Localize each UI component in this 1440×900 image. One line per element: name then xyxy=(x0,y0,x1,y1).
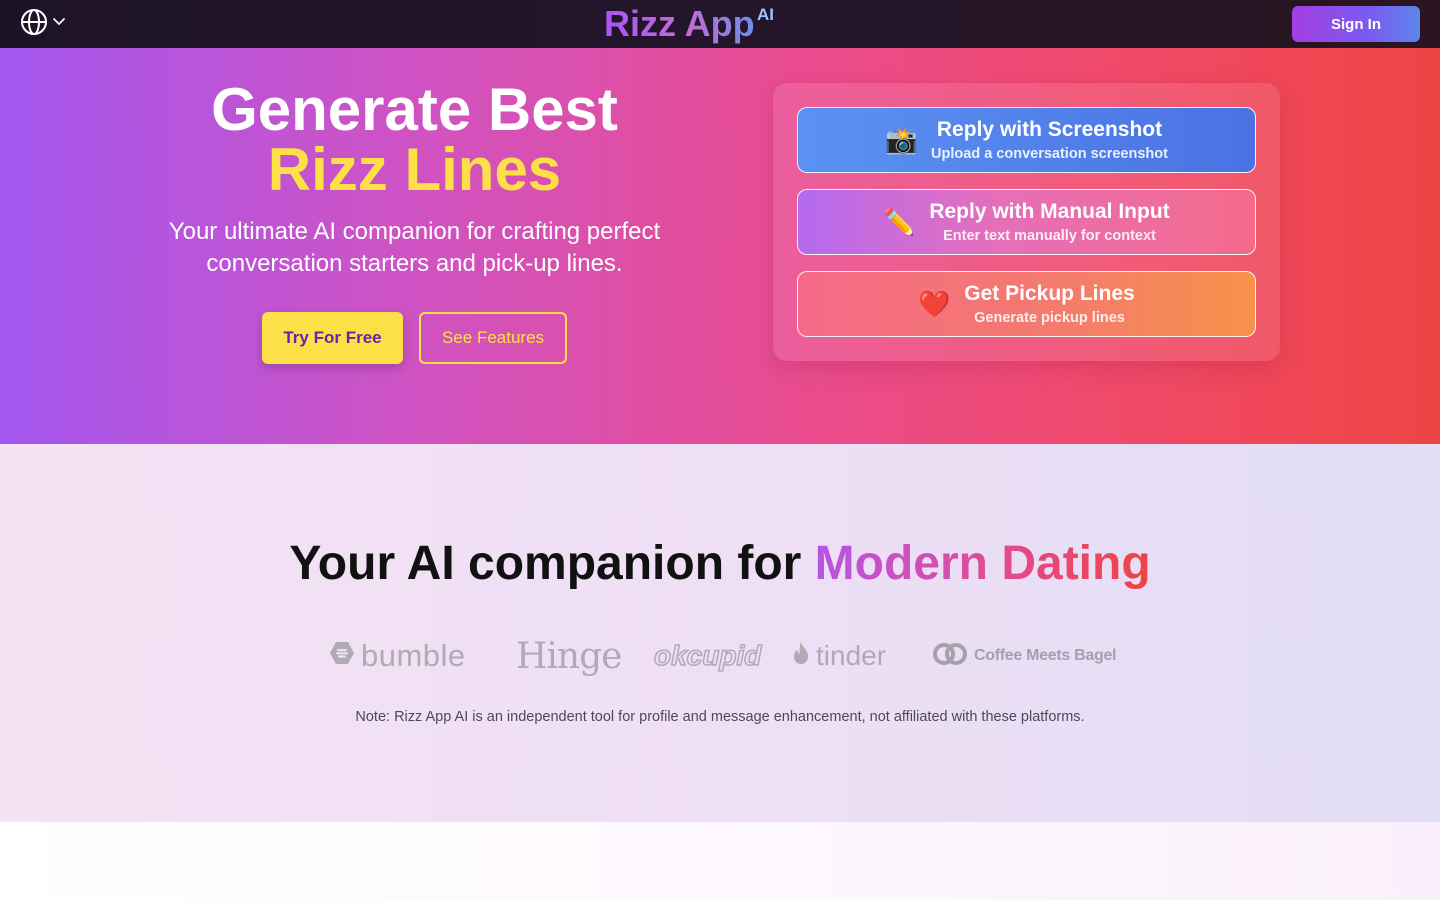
hero-title: Generate Best Rizz Lines xyxy=(140,80,689,200)
globe-icon xyxy=(20,8,48,41)
option-title: Reply with Manual Input xyxy=(929,200,1170,223)
reply-options-card: 📸 Reply with Screenshot Upload a convers… xyxy=(773,83,1280,361)
hero-title-line1: Generate Best xyxy=(211,76,618,143)
logo-text: Coffee Meets Bagel xyxy=(974,647,1117,664)
reply-with-screenshot-button[interactable]: 📸 Reply with Screenshot Upload a convers… xyxy=(797,107,1256,173)
section-heading: Your AI companion for Modern Dating xyxy=(0,536,1440,592)
option-title: Reply with Screenshot xyxy=(936,118,1163,141)
linked-rings-icon xyxy=(932,641,968,672)
see-features-button[interactable]: See Features xyxy=(419,312,567,364)
top-navigation: Rizz App AI Sign In xyxy=(0,0,1440,48)
option-text: Reply with Manual Input Enter text manua… xyxy=(929,199,1169,245)
heading-plain: Your AI companion for xyxy=(289,537,815,590)
brand-logo[interactable]: Rizz App AI xyxy=(604,3,774,44)
brand-name: Rizz App xyxy=(604,3,755,44)
get-pickup-lines-button[interactable]: ❤️ Get Pickup Lines Generate pickup line… xyxy=(797,271,1256,337)
reply-with-manual-input-button[interactable]: ✏️ Reply with Manual Input Enter text ma… xyxy=(797,189,1256,255)
hero-subtitle: Your ultimate AI companion for crafting … xyxy=(168,218,661,277)
camera-flash-icon: 📸 xyxy=(885,125,918,155)
bumble-logo: bumble xyxy=(329,636,466,676)
language-selector[interactable] xyxy=(20,8,68,41)
hinge-logo: Hinge xyxy=(516,635,622,677)
okcupid-logo: okcupid xyxy=(653,636,762,676)
tinder-logo: tinder xyxy=(792,636,886,676)
sign-in-button[interactable]: Sign In xyxy=(1292,6,1420,42)
heading-highlight: Modern Dating xyxy=(814,537,1151,590)
option-description: Upload a conversation screenshot xyxy=(931,146,1168,162)
option-description: Enter text manually for context xyxy=(943,228,1156,244)
flame-icon xyxy=(792,640,810,672)
try-for-free-button[interactable]: Try For Free xyxy=(262,312,403,364)
coffee-meets-bagel-logo: Coffee Meets Bagel xyxy=(932,636,1117,676)
option-text: Get Pickup Lines Generate pickup lines xyxy=(964,281,1134,327)
heart-icon: ❤️ xyxy=(918,289,951,319)
hero-section: Generate Best Rizz Lines Your ultimate A… xyxy=(0,48,1440,444)
logo-text: Hinge xyxy=(516,635,622,677)
logo-text: okcupid xyxy=(653,639,762,672)
option-text: Reply with Screenshot Upload a conversat… xyxy=(931,117,1168,163)
disclaimer-note: Note: Rizz App AI is an independent tool… xyxy=(355,709,1085,725)
logo-text: tinder xyxy=(816,640,887,671)
option-title: Get Pickup Lines xyxy=(964,282,1135,305)
modern-dating-section: Your AI companion for Modern Dating bumb… xyxy=(0,444,1440,822)
next-section xyxy=(0,822,1440,900)
bumble-hexagon-icon xyxy=(329,638,355,674)
dating-app-logos: bumble Hinge okcupid tinder Coffee Meets… xyxy=(0,635,1440,677)
chevron-down-icon xyxy=(52,15,66,34)
logo-text: bumble xyxy=(361,638,466,673)
brand-superscript: AI xyxy=(757,5,774,24)
pencil-icon: ✏️ xyxy=(883,207,916,237)
hero-title-highlight: Rizz Lines xyxy=(267,136,562,203)
option-description: Generate pickup lines xyxy=(974,310,1125,326)
